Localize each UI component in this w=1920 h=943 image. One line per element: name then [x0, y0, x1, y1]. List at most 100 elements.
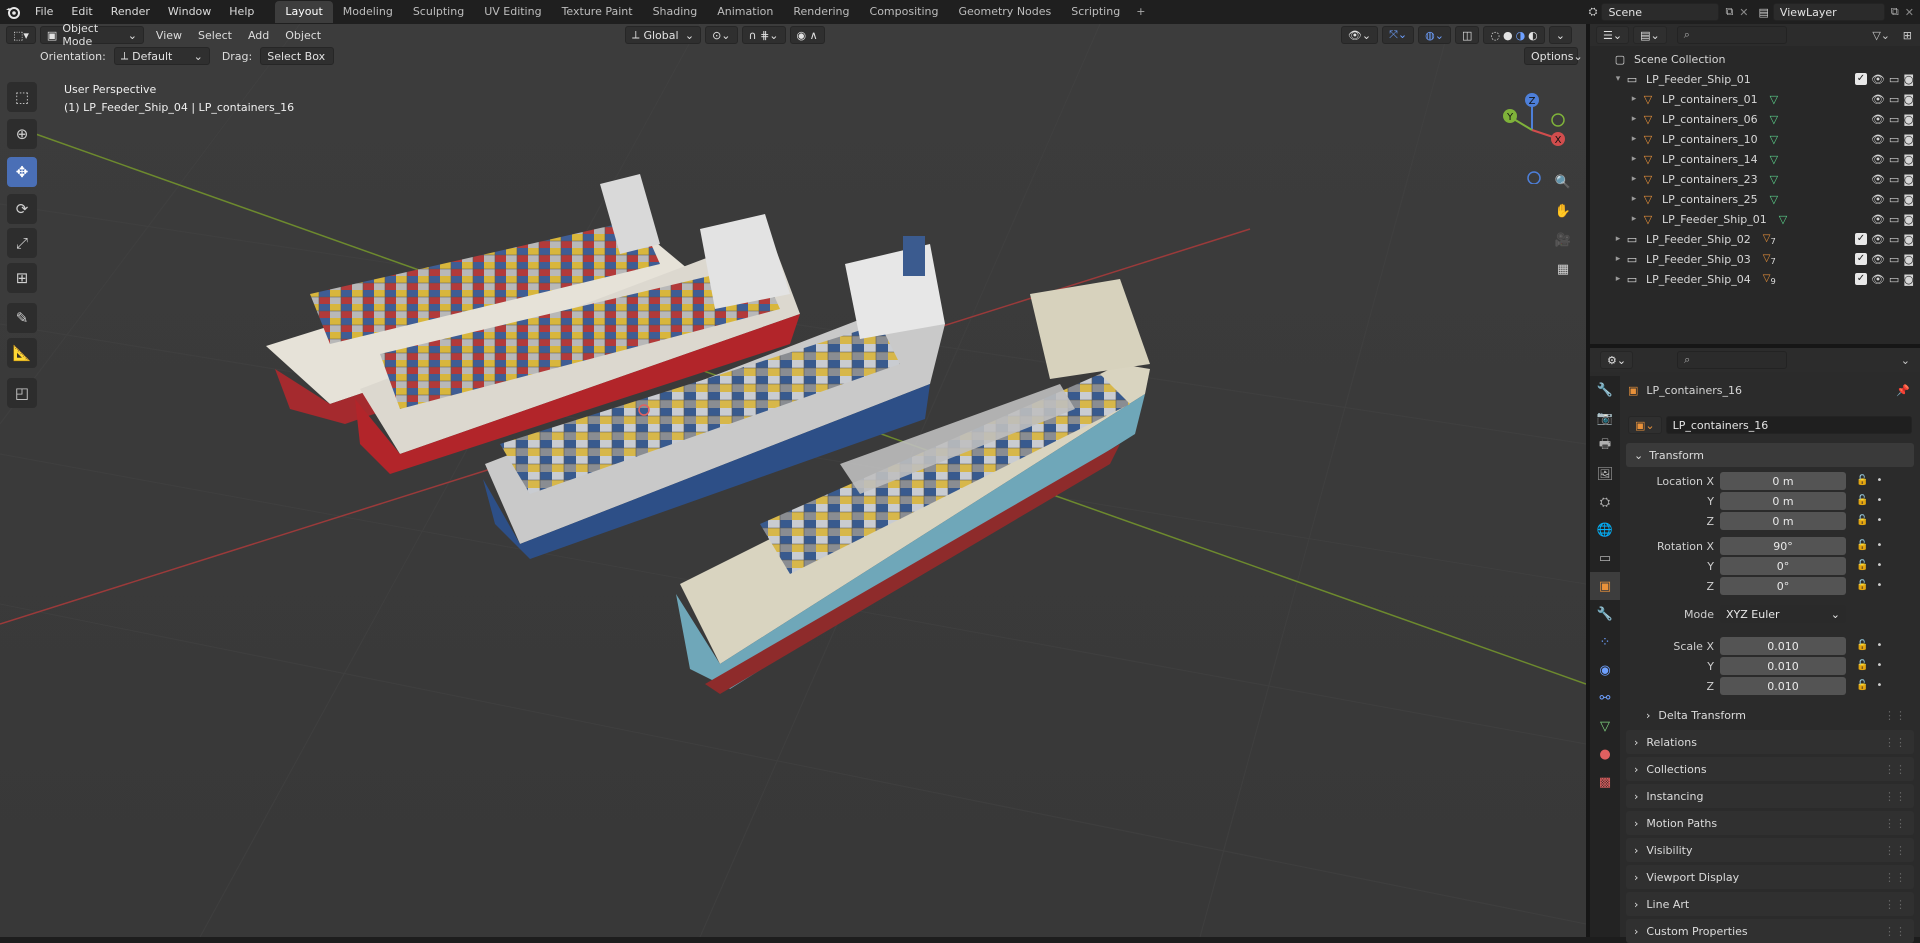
keyframe-dot-icon[interactable]: • [1876, 660, 1882, 671]
keyframe-dot-icon[interactable]: • [1876, 540, 1882, 551]
transform-panel-header[interactable]: ⌄ Transform [1626, 443, 1914, 467]
expand-right-icon[interactable]: ▸ [1612, 274, 1624, 284]
scene-icon[interactable]: ⛭ [1589, 5, 1598, 19]
delete-viewlayer-icon[interactable]: ✕ [1905, 6, 1914, 19]
drag-handle-icon[interactable]: ⋮⋮ [1884, 790, 1906, 803]
tab-rendering[interactable]: Rendering [783, 1, 859, 23]
grid-perspective-icon[interactable]: ▦ [1550, 256, 1576, 282]
proportional-toggle[interactable]: ◉ ∧ [789, 26, 825, 44]
rotate-tool[interactable]: ⟳ [7, 194, 37, 224]
new-collection-icon[interactable]: ⊞ [1903, 29, 1912, 42]
eye-icon[interactable]: 👁 [1871, 93, 1885, 106]
panel-viewport-display[interactable]: › Viewport Display ⋮⋮ [1626, 865, 1914, 889]
scale-z-field[interactable]: 0.010 [1720, 677, 1846, 695]
delete-scene-icon[interactable]: ✕ [1739, 6, 1748, 19]
keyframe-dot-icon[interactable]: • [1876, 475, 1882, 486]
location-z-field[interactable]: 0 m [1720, 512, 1846, 530]
outliner-editor-type-button[interactable]: ☰⌄ [1596, 26, 1630, 44]
menu-select[interactable]: Select [190, 29, 240, 42]
pin-icon[interactable]: 📌 [1896, 384, 1910, 397]
rotation-x-field[interactable]: 90° [1720, 537, 1846, 555]
lock-icon[interactable]: 🔓 [1856, 540, 1868, 551]
monitor-icon[interactable]: ▭ [1889, 253, 1899, 266]
drag-handle-icon[interactable]: ⋮⋮ [1884, 871, 1906, 884]
transform-orientation-dropdown[interactable]: ⟂ Global ⌄ [625, 26, 702, 44]
panel-relations[interactable]: › Relations ⋮⋮ [1626, 730, 1914, 754]
mesh-data-icon[interactable]: ▽ [1770, 173, 1778, 186]
monitor-icon[interactable]: ▭ [1889, 73, 1899, 86]
panel-instancing[interactable]: › Instancing ⋮⋮ [1626, 784, 1914, 808]
keyframe-dot-icon[interactable]: • [1876, 495, 1882, 506]
transform-tool[interactable]: ⊞ [7, 263, 37, 293]
drag-handle-icon[interactable]: ⋮⋮ [1884, 736, 1906, 749]
eye-icon[interactable]: 👁 [1871, 253, 1885, 266]
expand-right-icon[interactable]: ▸ [1612, 254, 1624, 264]
menu-help[interactable]: Help [220, 0, 263, 24]
monitor-icon[interactable]: ▭ [1889, 173, 1899, 186]
tab-compositing[interactable]: Compositing [860, 1, 949, 23]
keyframe-dot-icon[interactable]: • [1876, 580, 1882, 591]
drag-handle-icon[interactable]: ⋮⋮ [1884, 844, 1906, 857]
new-scene-icon[interactable]: ⧉ [1725, 5, 1733, 19]
shading-options-dropdown[interactable]: ⌄ [1548, 26, 1572, 44]
eye-icon[interactable]: 👁 [1871, 273, 1885, 286]
monitor-icon[interactable]: ▭ [1889, 233, 1899, 246]
camera-icon[interactable]: ◙ [1903, 153, 1914, 166]
datablock-name-field[interactable]: LP_containers_16 [1665, 416, 1912, 434]
keyframe-dot-icon[interactable]: • [1876, 515, 1882, 526]
mesh-data-icon[interactable]: ▽ [1770, 193, 1778, 206]
outliner-object-row[interactable]: ▸ ▽ LP_containers_14 ▽ 👁 ▭ ◙ [1590, 149, 1920, 169]
camera-icon[interactable]: ◙ [1903, 273, 1914, 286]
cursor-tool[interactable]: ⊕ [7, 119, 37, 149]
monitor-icon[interactable]: ▭ [1889, 213, 1899, 226]
lock-icon[interactable]: 🔓 [1856, 640, 1868, 651]
tab-animation[interactable]: Animation [707, 1, 783, 23]
output-tab-icon[interactable]: 🖶 [1590, 432, 1620, 460]
mode-dropdown[interactable]: ▣ Object Mode ⌄ [39, 24, 144, 48]
exclude-checkbox[interactable]: ✓ [1854, 232, 1867, 245]
tab-layout[interactable]: Layout [275, 1, 333, 23]
mesh-data-icon[interactable]: ▽ [1770, 133, 1778, 146]
eye-icon[interactable]: 👁 [1871, 113, 1885, 126]
tab-shading[interactable]: Shading [643, 1, 708, 23]
move-tool[interactable]: ✥ [7, 157, 37, 187]
keyframe-dot-icon[interactable]: • [1876, 680, 1882, 691]
eye-icon[interactable]: 👁 [1871, 193, 1885, 206]
lock-icon[interactable]: 🔓 [1856, 495, 1868, 506]
outliner-collection-row[interactable]: ▸ ▭ LP_Feeder_Ship_04 ▽9 ✓ 👁 ▭ ◙ [1590, 269, 1920, 289]
outliner-object-row[interactable]: ▸ ▽ LP_containers_06 ▽ 👁 ▭ ◙ [1590, 109, 1920, 129]
outliner-object-row[interactable]: ▸ ▽ LP_containers_23 ▽ 👁 ▭ ◙ [1590, 169, 1920, 189]
eye-icon[interactable]: 👁 [1871, 73, 1885, 86]
visibility-dropdown[interactable]: 👁⌄ [1340, 26, 1379, 44]
options-dropdown[interactable]: Options ⌄ [1524, 47, 1583, 65]
eye-icon[interactable]: 👁 [1871, 233, 1885, 246]
viewlayer-icon[interactable]: ▤ [1759, 6, 1769, 19]
new-viewlayer-icon[interactable]: ⧉ [1891, 5, 1899, 19]
location-y-field[interactable]: 0 m [1720, 492, 1846, 510]
location-x-field[interactable]: 0 m [1720, 472, 1846, 490]
drag-handle-icon[interactable]: ⋮⋮ [1884, 817, 1906, 830]
shading-material-icon[interactable]: ◑ [1516, 29, 1526, 42]
tab-modeling[interactable]: Modeling [333, 1, 403, 23]
eye-icon[interactable]: 👁 [1871, 173, 1885, 186]
eye-icon[interactable]: 👁 [1871, 133, 1885, 146]
monitor-icon[interactable]: ▭ [1889, 153, 1899, 166]
monitor-icon[interactable]: ▭ [1889, 93, 1899, 106]
drag-handle-icon[interactable]: ⋮⋮ [1884, 763, 1906, 776]
orientation-dropdown[interactable]: ⟂ Default ⌄ [113, 47, 210, 65]
camera-icon[interactable]: ◙ [1903, 233, 1914, 246]
snap-toggle[interactable]: ∩ ⋕⌄ [741, 26, 786, 44]
monitor-icon[interactable]: ▭ [1889, 273, 1899, 286]
outliner-collection-row[interactable]: ▸ ▭ LP_Feeder_Ship_03 ▽7 ✓ 👁 ▭ ◙ [1590, 249, 1920, 269]
datablock-type-button[interactable]: ▣⌄ [1628, 416, 1662, 434]
editor-type-button[interactable]: ⬚▾ [6, 26, 36, 44]
mesh-data-icon[interactable]: ▽ [1770, 113, 1778, 126]
lock-icon[interactable]: 🔓 [1856, 680, 1868, 691]
material-tab-icon[interactable]: ● [1590, 740, 1620, 768]
shading-rendered-icon[interactable]: ◐ [1528, 29, 1538, 42]
panel-motion-paths[interactable]: › Motion Paths ⋮⋮ [1626, 811, 1914, 835]
rotation-z-field[interactable]: 0° [1720, 577, 1846, 595]
camera-icon[interactable]: ◙ [1903, 193, 1914, 206]
expand-right-icon[interactable]: ▸ [1628, 214, 1640, 224]
camera-icon[interactable]: ◙ [1903, 213, 1914, 226]
